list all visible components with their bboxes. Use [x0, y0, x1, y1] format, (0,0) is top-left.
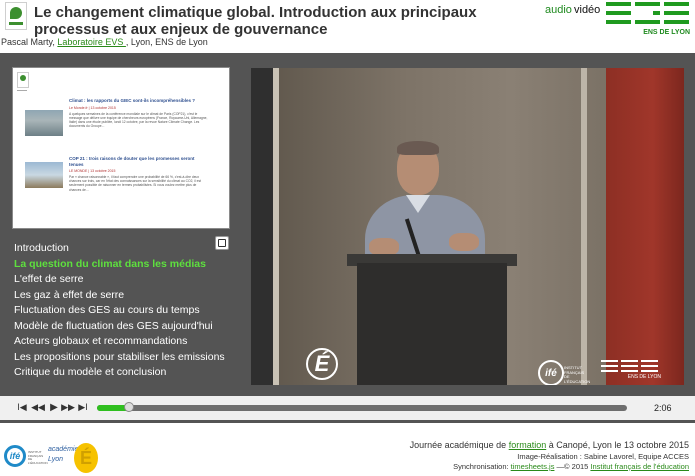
footer-credits-line: Image-Réalisation : Sabine Lavorel, Equi… [517, 452, 689, 461]
chapter-item-active[interactable]: La question du climat dans les médias [14, 258, 244, 271]
chapter-item[interactable]: Fluctuation des GES au cours du temps [14, 304, 244, 317]
author-location: , Lyon, ENS de Lyon [125, 37, 208, 47]
ife-logo: ifé INSTITUT FRANÇAIS DE L'ÉDUCATION [2, 443, 48, 473]
progress-handle[interactable] [123, 402, 134, 412]
video-frame[interactable]: É ifé INSTITUT FRANÇAIS DE L'ÉDUCATION E… [251, 68, 684, 385]
slide-logo [17, 72, 29, 88]
academie-lyon-logo: académie Lyon É [48, 443, 98, 473]
skip-start-icon[interactable]: I◀ [16, 400, 28, 414]
rewind-icon[interactable]: ◀◀ [31, 400, 45, 414]
article-title: Climat : les rapports du GIEC sont-ils i… [69, 98, 196, 103]
overlay-e-logo: É [306, 348, 338, 380]
chapter-item[interactable]: Les gaz à effet de serre [14, 289, 244, 302]
chapter-list: Introduction La question du climat dans … [14, 242, 244, 383]
overlay-ife-text: INSTITUT FRANÇAIS DE L'ÉDUCATION [564, 365, 591, 384]
skip-end-icon[interactable]: ▶I [77, 400, 89, 414]
article-image [25, 162, 63, 188]
progress-bar[interactable] [97, 402, 627, 412]
video-door [251, 68, 273, 385]
ens-lyon-logo: ENS DE LYON [606, 2, 692, 40]
play-icon[interactable]: ▶ [48, 400, 60, 414]
chapter-item[interactable]: Modèle de fluctuation des GES aujourd'hu… [14, 320, 244, 333]
article-date: LE MONDE | 13 octobre 2015 [69, 169, 116, 173]
player-panel: Climat : les rapports du GIEC sont-ils i… [0, 53, 695, 423]
overlay-ens-logo: ENS DE LYON [601, 360, 661, 380]
fast-forward-icon[interactable]: ▶▶ [61, 400, 75, 414]
overlay-ife-logo: ifé [538, 360, 564, 385]
timesheets-link[interactable]: timesheets.js [511, 462, 555, 471]
ife-link[interactable]: Institut français de l'éducation [590, 462, 689, 471]
video-mode-label: vidéo [574, 4, 601, 16]
audio-mode-link[interactable]: audio [545, 4, 572, 16]
slide-article: COP 21 : trois raisons de douter que les… [25, 156, 225, 216]
article-body: Par « chance raisonnable », il faut comp… [69, 175, 202, 192]
chapter-item[interactable]: Critique du modèle et conclusion [14, 366, 244, 379]
player-controls: I◀ ◀◀ ▶ ▶▶ ▶I 2:06 [0, 396, 695, 420]
author-name: Pascal Marty, [1, 37, 58, 47]
footer-sync-line: Synchronisation: timesheets.js —© 2015 I… [453, 462, 689, 471]
chapter-item[interactable]: Acteurs globaux et recommandations [14, 335, 244, 348]
ens-logo-tag: ENS DE LYON [643, 29, 690, 36]
slide-thumbnail[interactable]: Climat : les rapports du GIEC sont-ils i… [12, 67, 230, 229]
formation-link[interactable]: formation [509, 440, 547, 450]
article-body: A quelques semaines de la conférence mon… [69, 111, 208, 129]
footer-event-line: Journée académique de formation à Canopé… [409, 440, 689, 450]
article-image [25, 110, 63, 136]
ens-small-logo [5, 2, 27, 30]
author-line: Pascal Marty, Laboratoire EVS , Lyon, EN… [1, 37, 208, 47]
article-date: Le Monde.fr | 13 octobre 2015 [69, 105, 116, 110]
article-title: COP 21 : trois raisons de douter que les… [69, 156, 195, 167]
slide-article: Climat : les rapports du GIEC sont-ils i… [25, 98, 225, 158]
time-display: 2:06 [654, 403, 672, 413]
page-title: Le changement climatique global. Introdu… [34, 4, 477, 38]
chapter-item[interactable]: L'effet de serre [14, 273, 244, 286]
lab-link[interactable]: Laboratoire EVS [57, 37, 126, 47]
video-red-wall [606, 68, 684, 385]
chapter-item[interactable]: Les propositions pour stabiliser les emi… [14, 351, 244, 364]
chapter-item[interactable]: Introduction [14, 242, 244, 255]
lectern [357, 263, 507, 385]
